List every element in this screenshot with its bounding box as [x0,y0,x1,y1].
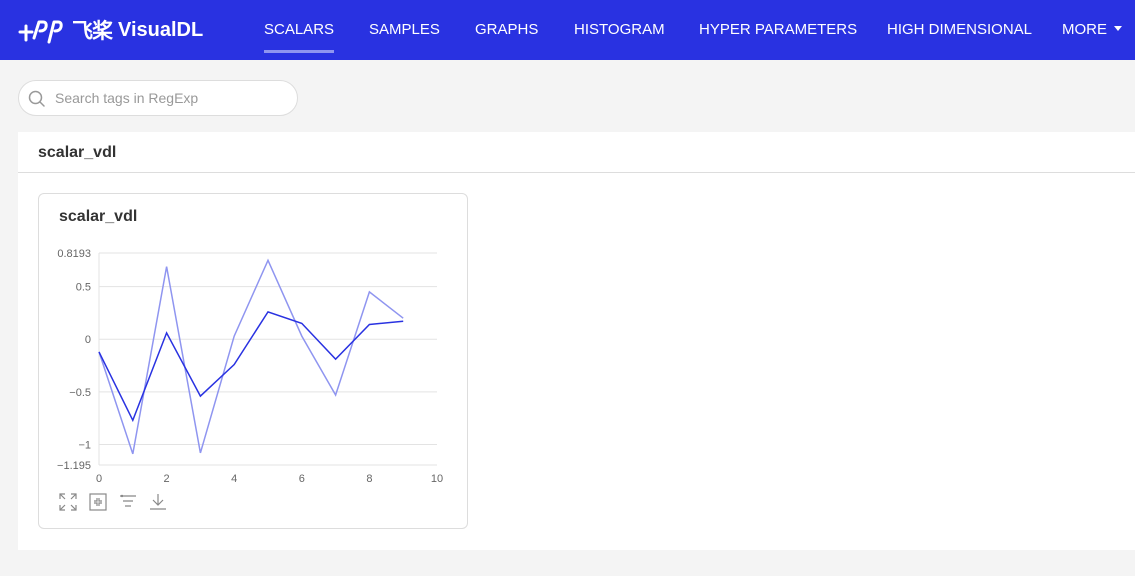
fit-screen-icon[interactable] [88,492,108,512]
y-tick-label: −1 [78,439,91,451]
nav-tab-hyper-parameters[interactable]: HYPER PARAMETERS [699,20,857,40]
filter-icon[interactable] [118,492,138,512]
nav-tab-graphs[interactable]: GRAPHS [475,20,538,40]
line-chart[interactable]: 0.8193 0.5 0 −0.5 −1 −1.195 0 2 4 6 8 10 [39,234,467,492]
brand-cn: 飞桨 [72,19,113,43]
chart-title: scalar_vdl [59,208,138,225]
nav-tab-high-dimensional[interactable]: HIGH DIMENSIONAL [887,20,1032,40]
x-tick-label: 4 [231,473,237,485]
x-tick-label: 6 [299,473,305,485]
tag-group-title[interactable]: scalar_vdl [38,144,116,162]
chart-toolbar [58,492,178,512]
nav-tab-samples[interactable]: SAMPLES [369,20,440,40]
x-tick-label: 10 [431,473,443,485]
y-tick-label: 0.8193 [57,248,91,260]
y-tick-label: 0.5 [76,282,91,294]
x-tick-label: 2 [164,473,170,485]
paddle-logo-icon [18,20,63,44]
download-icon[interactable] [148,492,168,512]
y-tick-label: 0 [85,334,91,346]
nav-tab-scalars[interactable]: SCALARS [264,20,335,53]
brand-name: VisualDL [118,18,204,41]
top-navbar: 飞桨 VisualDL SCALARS SAMPLES GRAPHS HISTO… [0,0,1135,60]
tag-group-header[interactable]: scalar_vdl [18,132,1135,173]
y-tick-label: −1.195 [57,460,91,472]
x-tick-label: 8 [366,473,372,485]
maximize-icon[interactable] [58,492,78,512]
tag-search-box[interactable] [18,80,298,116]
logo[interactable]: 飞桨 VisualDL [18,14,203,46]
caret-down-icon [1114,25,1122,31]
y-tick-label: −0.5 [69,387,91,399]
scalar-chart-card: scalar_vdl 0.8193 0.5 0 −0.5 −1 −1.195 0 2 4 6 8 10 [38,193,468,529]
nav-more-label: MORE [1062,21,1107,38]
search-input[interactable] [55,88,285,108]
x-tick-label: 0 [96,473,102,485]
series-line-raw[interactable] [98,258,404,455]
nav-tab-more[interactable]: MORE [1062,20,1122,40]
search-icon [28,90,45,107]
tag-group-panel: scalar_vdl scalar_vdl 0.8193 0.5 0 −0.5 −1 −1… [18,132,1135,550]
nav-tab-histogram[interactable]: HISTOGRAM [574,20,665,40]
